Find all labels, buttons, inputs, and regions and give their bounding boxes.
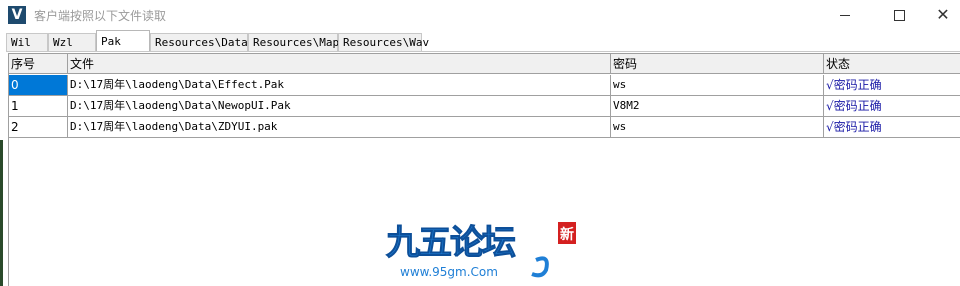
row-status-cell[interactable]: √密码正确: [824, 117, 960, 138]
tab-pak[interactable]: Pak: [96, 30, 150, 51]
window-edge-artifact: [0, 140, 3, 286]
close-icon: ✕: [936, 5, 950, 24]
table-row[interactable]: 2 D:\17周年\laodeng\Data\ZDYUI.pak ws √密码正…: [9, 117, 960, 138]
row-password-cell[interactable]: ws: [611, 117, 824, 138]
close-button[interactable]: ✕: [920, 0, 960, 30]
header-status[interactable]: 状态: [824, 53, 960, 74]
row-file-cell[interactable]: D:\17周年\laodeng\Data\NewopUI.Pak: [68, 96, 611, 117]
tab-resources-map[interactable]: Resources\Map: [248, 33, 339, 51]
table-row[interactable]: 0 D:\17周年\laodeng\Data\Effect.Pak ws √密码…: [9, 75, 960, 96]
row-index-cell[interactable]: 0: [9, 75, 68, 96]
swirl-icon: [531, 256, 549, 278]
tab-wzl[interactable]: Wzl: [48, 33, 96, 51]
header-password[interactable]: 密码: [611, 53, 824, 74]
header-file[interactable]: 文件: [68, 53, 611, 74]
watermark-brand: 九五论坛: [386, 223, 516, 263]
row-file-cell[interactable]: D:\17周年\laodeng\Data\ZDYUI.pak: [68, 117, 611, 138]
row-status-cell[interactable]: √密码正确: [824, 96, 960, 117]
window-title: 客户端按照以下文件读取: [34, 9, 167, 23]
minimize-button[interactable]: [822, 0, 868, 30]
row-status-cell[interactable]: √密码正确: [824, 75, 960, 96]
header-index[interactable]: 序号: [9, 53, 68, 74]
table-header-row: 序号 文件 密码 状态: [9, 53, 960, 74]
tab-resources-data[interactable]: Resources\Data: [150, 33, 248, 51]
watermark-url: www.95gm.Com: [400, 265, 498, 279]
tab-wil[interactable]: Wil: [6, 33, 48, 51]
table-row[interactable]: 1 D:\17周年\laodeng\Data\NewopUI.Pak V8M2 …: [9, 96, 960, 117]
tab-strip: Wil Wzl Pak Resources\Data Resources\Map…: [6, 30, 429, 51]
minimize-icon: [840, 14, 850, 16]
row-password-cell[interactable]: V8M2: [611, 96, 824, 117]
row-file-cell[interactable]: D:\17周年\laodeng\Data\Effect.Pak: [68, 75, 611, 96]
row-password-cell[interactable]: ws: [611, 75, 824, 96]
maximize-button[interactable]: [876, 0, 922, 30]
watermark-logo: 九五论坛 www.95gm.Com 新: [386, 222, 576, 279]
app-v-icon: V: [8, 6, 26, 24]
row-index-cell[interactable]: 2: [9, 117, 68, 138]
maximize-icon: [893, 9, 905, 21]
tab-divider: [6, 51, 960, 52]
tab-resources-wav[interactable]: Resources\Wav: [338, 33, 429, 51]
title-bar: V 客户端按照以下文件读取 ✕: [0, 0, 960, 30]
row-index-cell[interactable]: 1: [9, 96, 68, 117]
watermark-badge: 新: [560, 226, 574, 243]
